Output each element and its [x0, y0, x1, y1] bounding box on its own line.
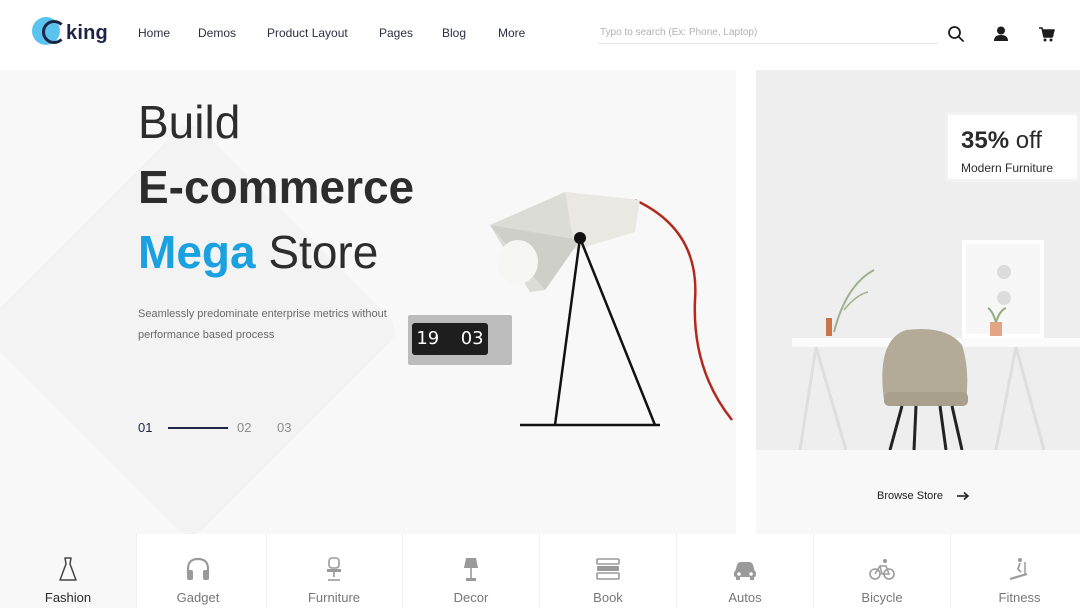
hero-title-rest: Store	[268, 226, 379, 278]
discount-off-word: off	[1015, 127, 1042, 154]
category-bicycle[interactable]: Bicycle	[814, 534, 951, 608]
category-gadget[interactable]: Gadget	[130, 534, 267, 608]
discount-badge: 35% off Modern Furniture	[945, 112, 1080, 182]
nav-home[interactable]: Home	[138, 26, 170, 40]
nav-pages[interactable]: Pages	[379, 26, 413, 40]
flip-clock-image: 19 03	[408, 315, 512, 365]
slide-progress-line	[168, 427, 228, 429]
hero-title-line-2: E-commerce	[138, 161, 415, 213]
search-input[interactable]	[598, 22, 938, 44]
category-label: Autos	[728, 590, 762, 605]
hero-title-line-1: Build	[138, 96, 241, 148]
nav-demos[interactable]: Demos	[198, 26, 236, 40]
logo[interactable]: king	[32, 17, 112, 49]
lamp-icon	[464, 558, 478, 581]
category-label: Fitness	[998, 590, 1041, 605]
category-label: Fashion	[44, 590, 92, 605]
arrow-right-icon[interactable]	[956, 491, 970, 501]
user-icon[interactable]	[991, 24, 1011, 44]
nav-more[interactable]: More	[498, 26, 525, 40]
search-icon[interactable]	[946, 24, 966, 44]
hero-title-line-3: Mega Store	[138, 225, 378, 279]
discount-subtitle: Modern Furniture	[961, 161, 1054, 175]
category-book[interactable]: Book	[540, 534, 677, 608]
slide-indicator-03[interactable]: 03	[277, 420, 291, 435]
clock-hours: 19	[416, 328, 440, 349]
category-decor[interactable]: Decor	[403, 534, 540, 608]
nav-blog[interactable]: Blog	[442, 26, 466, 40]
dress-icon	[59, 557, 77, 581]
headphones-icon	[186, 557, 210, 580]
car-icon	[734, 562, 756, 580]
discount-percent: 35%	[961, 127, 1010, 154]
slide-indicator-01[interactable]: 01	[138, 420, 152, 435]
site-header: king Home Demos Product Layout Pages Blo…	[0, 0, 1080, 70]
desk-lamp-image	[490, 192, 733, 427]
category-label: Bicycle	[861, 590, 903, 605]
bicycle-icon	[869, 559, 895, 580]
category-label: Book	[593, 590, 623, 605]
category-fashion[interactable]: Fashion	[0, 534, 137, 608]
category-bar: Fashion Gadget Furniture Decor Book Auto…	[0, 534, 1080, 608]
cart-icon[interactable]	[1037, 24, 1057, 44]
logo-text: king	[66, 22, 108, 44]
hero-subtitle: Seamlessly predominate enterprise metric…	[138, 308, 387, 341]
office-chair-icon	[327, 557, 341, 581]
hero-title-accent: Mega	[138, 226, 256, 278]
books-icon	[596, 558, 620, 580]
browse-store-link[interactable]: Browse Store	[877, 490, 943, 502]
category-label: Furniture	[307, 590, 361, 605]
treadmill-icon	[1009, 558, 1028, 581]
category-autos[interactable]: Autos	[677, 534, 814, 608]
clock-minutes: 03	[460, 328, 484, 349]
nav-product-layout[interactable]: Product Layout	[267, 26, 348, 40]
category-fitness[interactable]: Fitness	[951, 534, 1080, 608]
slide-indicator-02[interactable]: 02	[237, 420, 251, 435]
category-label: Gadget	[176, 590, 220, 605]
category-label: Decor	[453, 590, 489, 605]
category-furniture[interactable]: Furniture	[266, 534, 403, 608]
